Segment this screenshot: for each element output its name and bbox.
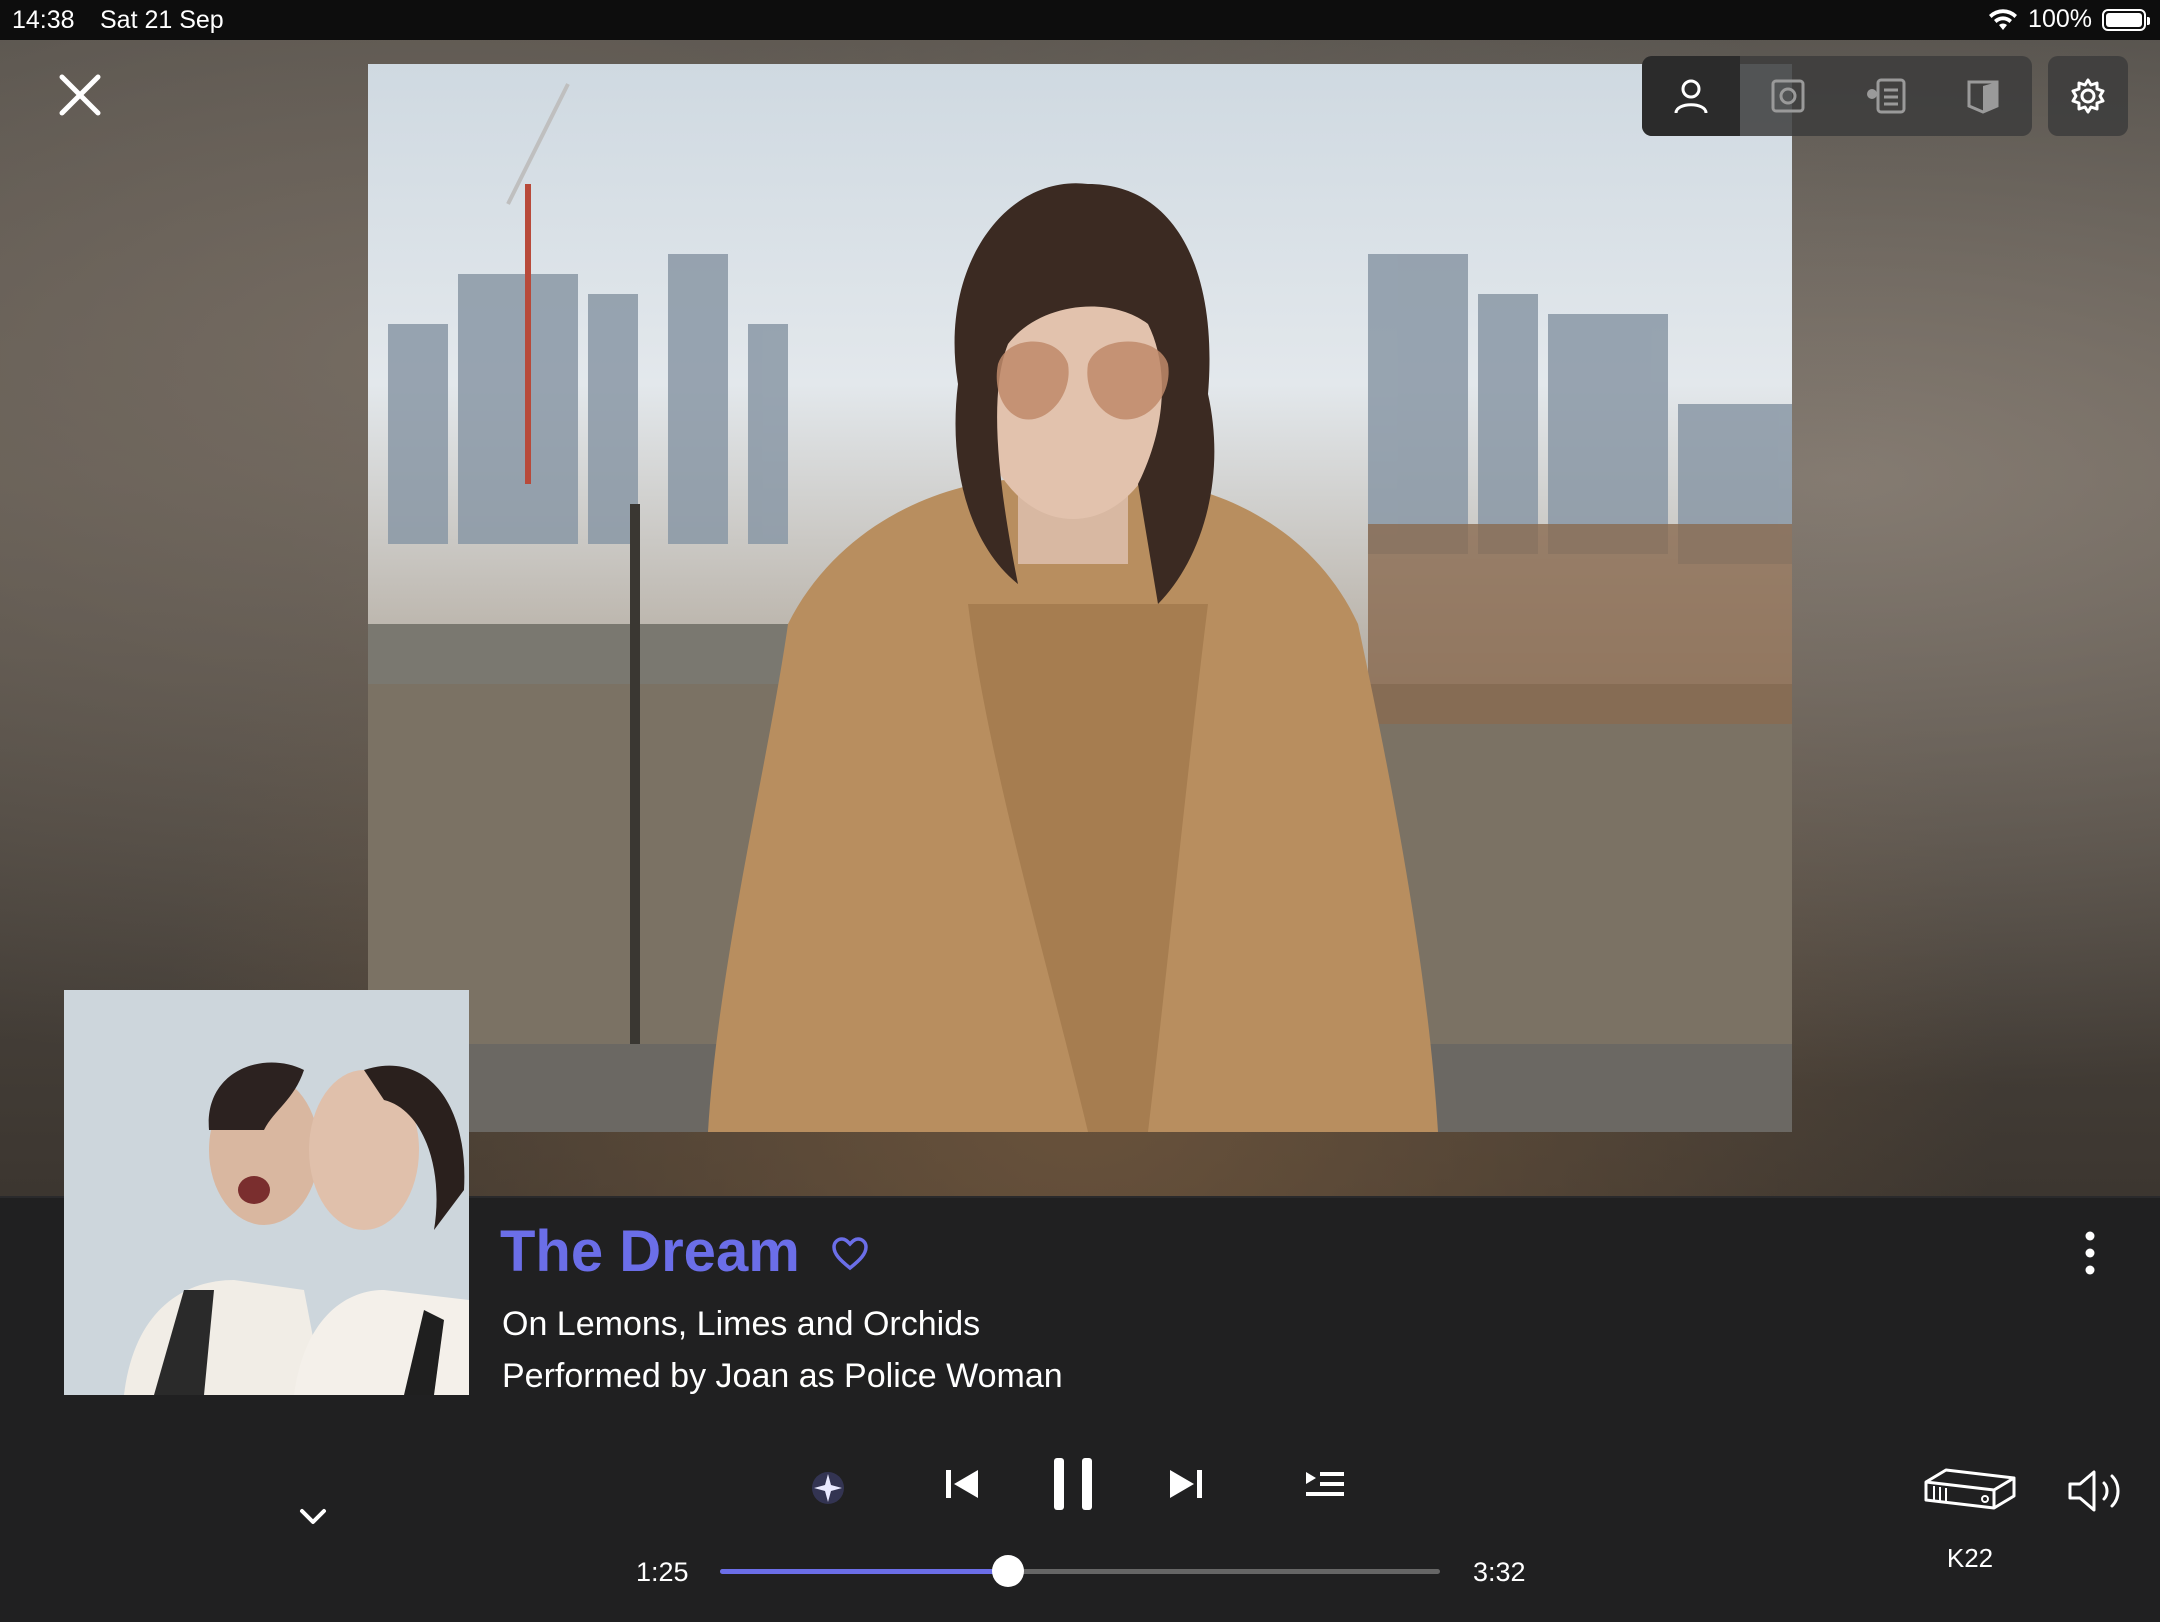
battery-percent: 100% [2028, 5, 2092, 33]
status-indicators: 100% [1988, 5, 2150, 34]
elapsed-time: 1:25 [636, 1557, 689, 1587]
album-icon [1771, 79, 1805, 113]
album-name[interactable]: On Lemons, Limes and Orchids [502, 1305, 980, 1344]
skip-next-icon [1170, 1470, 1202, 1498]
radio-sparkle-icon [812, 1472, 844, 1504]
artist-photo [368, 64, 1792, 1132]
streamer-device-icon [1924, 1468, 2016, 1510]
status-date: Sat 21 Sep [100, 6, 224, 34]
previous-track-button[interactable] [940, 1462, 984, 1506]
booklet-icon [1967, 80, 1999, 114]
view-info-button[interactable] [1837, 56, 1935, 136]
progress-knob[interactable] [992, 1555, 1024, 1587]
wifi-icon [1989, 8, 2018, 30]
view-booklet-button[interactable] [1935, 56, 2033, 136]
pause-button[interactable] [1050, 1456, 1096, 1512]
output-device-button[interactable] [1920, 1462, 2020, 1516]
settings-button[interactable] [2048, 56, 2128, 136]
more-vertical-icon [2085, 1231, 2095, 1275]
skip-previous-icon [946, 1470, 978, 1498]
favorite-button[interactable] [830, 1234, 870, 1274]
performer-line[interactable]: Performed by Joan as Police Woman [502, 1357, 1063, 1396]
queue-button[interactable] [1302, 1466, 1348, 1502]
volume-button[interactable] [2066, 1466, 2130, 1516]
status-time: 14:38 [12, 6, 75, 34]
radio-button[interactable] [806, 1466, 850, 1510]
status-bar: 14:38 Sat 21 Sep 100% [0, 0, 2160, 40]
total-time: 3:32 [1473, 1557, 1526, 1587]
next-track-button[interactable] [1164, 1462, 1208, 1506]
gear-icon [2071, 78, 2105, 114]
collapse-player-button[interactable] [296, 1500, 330, 1534]
pause-icon [1054, 1458, 1092, 1510]
album-art-illustration [64, 990, 469, 1395]
album-art[interactable] [64, 990, 469, 1395]
person-icon [1674, 79, 1708, 114]
close-icon [59, 74, 101, 116]
queue-icon [1306, 1472, 1344, 1496]
track-title: The Dream [500, 1219, 800, 1284]
artist-photo-illustration [368, 83, 1792, 1132]
info-icon [1866, 78, 1906, 114]
progress-fill [720, 1569, 1008, 1574]
close-button[interactable] [50, 65, 110, 125]
view-album-button[interactable] [1740, 56, 1838, 136]
progress-bar[interactable] [720, 1555, 1440, 1587]
chevron-down-icon [300, 1509, 326, 1524]
volume-icon [2068, 1470, 2120, 1512]
more-options-button[interactable] [2070, 1228, 2110, 1278]
battery-icon [2102, 8, 2150, 31]
view-artist-button[interactable] [1642, 56, 1740, 136]
output-device-name: K22 [1946, 1543, 1994, 1573]
view-mode-toggle [1642, 56, 2032, 136]
heart-icon [832, 1237, 868, 1271]
